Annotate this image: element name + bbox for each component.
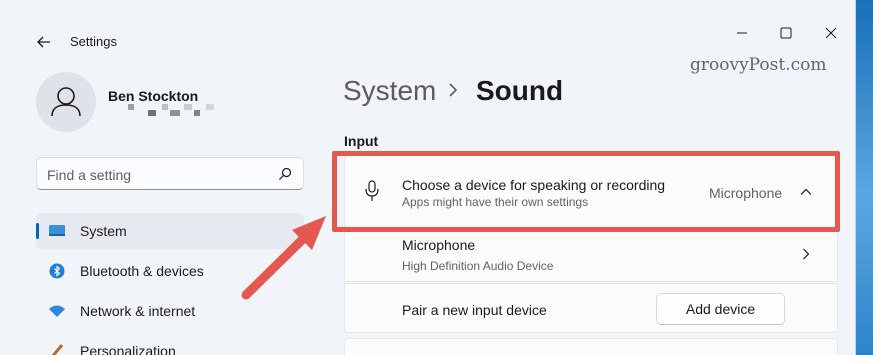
next-settings-card [344,338,838,355]
add-device-button[interactable]: Add device [656,293,785,325]
microphone-row-title: Microphone [402,237,476,253]
sidebar-item-label: Network & internet [80,303,196,319]
search-box[interactable]: Find a setting [36,157,304,190]
search-icon[interactable] [277,166,293,182]
pair-device-label: Pair a new input device [402,302,547,318]
close-button[interactable] [816,20,846,46]
search-input[interactable]: Find a setting [47,167,131,183]
chevron-right-icon[interactable] [799,247,813,261]
annotation-highlight-box [332,151,840,232]
avatar[interactable] [36,72,96,132]
microphone-row-subtitle: High Definition Audio Device [402,259,554,273]
watermark: groovyPost.com [690,55,827,75]
annotation-arrow [241,216,326,300]
wifi-icon [49,305,65,317]
breadcrumb-parent[interactable]: System [343,75,436,107]
close-icon [825,27,837,39]
settings-window: Settings Ben Stockton Find a setting Sys… [0,0,856,355]
sidebar-item-label: System [80,223,127,239]
maximize-icon [780,27,792,39]
active-indicator [36,223,39,239]
app-title: Settings [70,34,117,49]
bluetooth-icon [49,263,65,279]
title-bar: Settings [0,0,855,50]
page-title: Sound [476,75,564,106]
brush-icon [51,344,64,355]
back-button[interactable] [30,28,58,56]
sidebar-item-personalization[interactable]: Personalization [36,333,304,355]
user-email-redacted [128,104,214,116]
chevron-right-icon [449,83,458,97]
sidebar-item-label: Bluetooth & devices [80,263,204,279]
minimize-icon [737,32,747,34]
maximize-button[interactable] [771,20,801,46]
back-arrow-icon [37,36,50,48]
section-label-input: Input [344,133,379,149]
person-icon [51,87,81,117]
sidebar-item-label: Personalization [80,343,176,355]
monitor-icon [49,225,65,236]
minimize-button[interactable] [727,20,757,46]
